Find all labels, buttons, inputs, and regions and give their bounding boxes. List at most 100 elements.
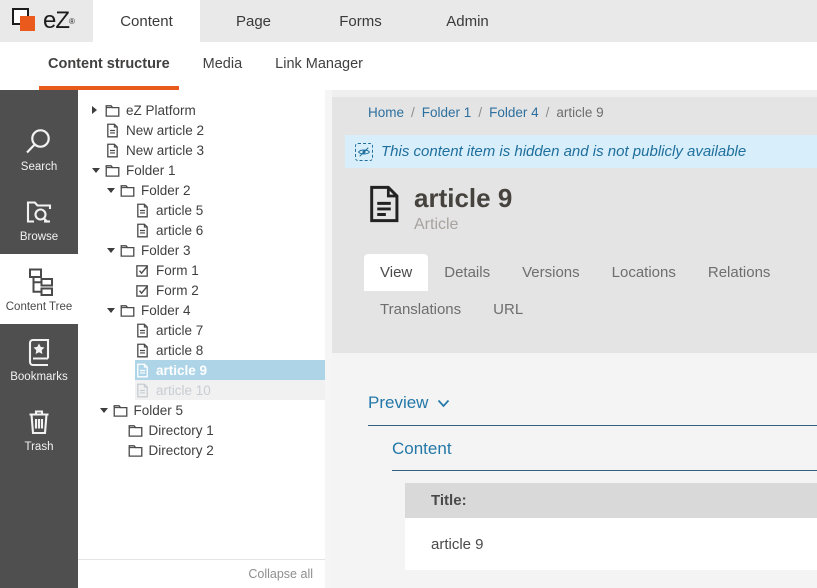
- collapse-arrow-icon[interactable]: [107, 188, 120, 193]
- article-icon: [135, 363, 150, 378]
- tree-item-article-5[interactable]: article 5: [135, 200, 325, 220]
- tree-item-label: article 5: [156, 203, 203, 218]
- sidebar-item-bookmarks[interactable]: Bookmarks: [0, 324, 78, 394]
- tree-item-article-6[interactable]: article 6: [135, 220, 325, 240]
- article-icon: [135, 223, 150, 238]
- tree-item-folder-5[interactable]: Folder 5: [100, 400, 326, 420]
- collapse-arrow-icon[interactable]: [107, 308, 120, 313]
- article-icon: [135, 323, 150, 338]
- hidden-content-notice: This content item is hidden and is not p…: [345, 135, 817, 168]
- tab-details[interactable]: Details: [428, 254, 506, 291]
- content-section-label: Content: [392, 439, 817, 459]
- subnav-tab-link-manager[interactable]: Link Manager: [266, 42, 372, 90]
- top-tab-admin[interactable]: Admin: [414, 0, 521, 42]
- content-divider: [392, 470, 817, 471]
- tree-item-article-8[interactable]: article 8: [135, 340, 325, 360]
- tree-item-label: article 7: [156, 323, 203, 338]
- breadcrumb-home[interactable]: Home: [368, 105, 404, 120]
- tree-item-folder-1[interactable]: Folder 1: [92, 160, 325, 180]
- article-icon: [135, 203, 150, 218]
- tree-item-directory-1[interactable]: Directory 1: [128, 420, 326, 440]
- breadcrumb-article-9: article 9: [556, 105, 603, 120]
- tree-item-article-7[interactable]: article 7: [135, 320, 325, 340]
- search-icon: [23, 126, 55, 158]
- tree-item-label: Folder 4: [141, 303, 191, 318]
- tree-item-label: Directory 2: [149, 443, 214, 458]
- top-tab-forms[interactable]: Forms: [307, 0, 414, 42]
- sidebar-item-trash[interactable]: Trash: [0, 394, 78, 464]
- tree-item-folder-2[interactable]: Folder 2: [107, 180, 325, 200]
- collapse-arrow-icon[interactable]: [92, 168, 105, 173]
- hidden-eye-icon: [355, 143, 373, 161]
- tab-locations[interactable]: Locations: [596, 254, 692, 291]
- tree-item-label: article 9: [156, 363, 207, 378]
- chevron-down-icon: [437, 399, 450, 408]
- tree-item-label: Form 2: [156, 283, 199, 298]
- breadcrumb-separator: /: [404, 105, 422, 120]
- tab-versions[interactable]: Versions: [506, 254, 596, 291]
- tab-translations[interactable]: Translations: [364, 291, 477, 328]
- tree-item-label: Form 1: [156, 263, 199, 278]
- tree-item-label: article 8: [156, 343, 203, 358]
- ez-logo[interactable]: eZ®: [0, 0, 93, 42]
- hidden-content-notice-text: This content item is hidden and is not p…: [381, 143, 746, 160]
- registered-mark: ®: [69, 17, 75, 26]
- tab-view[interactable]: View: [364, 254, 428, 291]
- field-table: Title:article 9: [405, 483, 817, 570]
- breadcrumb: Home/Folder 1/Folder 4/article 9: [332, 97, 817, 127]
- tree-item-label: Folder 3: [141, 243, 191, 258]
- folder-icon: [105, 103, 120, 118]
- content-view-tabs: ViewDetailsVersionsLocationsRelations Tra…: [364, 254, 817, 328]
- tree-item-new-article-3[interactable]: New article 3: [105, 140, 325, 160]
- preview-divider: [368, 425, 817, 426]
- tree-item-article-9[interactable]: article 9: [135, 360, 325, 380]
- sidebar-item-browse[interactable]: Browse: [0, 184, 78, 254]
- tree-item-folder-4[interactable]: Folder 4: [107, 300, 325, 320]
- article-icon: [135, 343, 150, 358]
- tree-scrollbar[interactable]: [325, 90, 332, 588]
- collapse-all-button[interactable]: Collapse all: [78, 559, 325, 588]
- bookmarks-icon: [23, 336, 55, 368]
- breadcrumb-separator: /: [471, 105, 489, 120]
- sidebar-item-content-tree[interactable]: Content Tree: [0, 254, 78, 324]
- content-title-block: article 9 Article: [368, 185, 817, 234]
- top-tab-content[interactable]: Content: [93, 0, 200, 42]
- sidebar-item-search[interactable]: Search: [0, 114, 78, 184]
- folder-icon: [113, 403, 128, 418]
- tab-url[interactable]: URL: [477, 291, 539, 328]
- tree-item-label: Folder 5: [134, 403, 184, 418]
- collapse-arrow-icon[interactable]: [100, 408, 113, 413]
- content-tree-panel: eZ PlatformNew article 2 New article 3 Fol…: [78, 90, 332, 588]
- preview-section-label: Preview: [368, 393, 428, 413]
- sidebar-item-label: Content Tree: [6, 301, 72, 313]
- left-sidebar: SearchBrowse Content Tree BookmarksTrash: [0, 90, 78, 588]
- tree-item-label: article 6: [156, 223, 203, 238]
- browse-icon: [23, 196, 55, 228]
- tree-item-new-article-2[interactable]: New article 2: [105, 120, 325, 140]
- field-value-row: article 9: [405, 518, 817, 570]
- tree-item-label: Folder 2: [141, 183, 191, 198]
- preview-section-toggle[interactable]: Preview: [368, 393, 817, 413]
- collapse-arrow-icon[interactable]: [107, 248, 120, 253]
- tree-item-label: New article 3: [126, 143, 204, 158]
- tree-item-directory-2[interactable]: Directory 2: [128, 440, 326, 460]
- tree-item-article-10[interactable]: article 10: [135, 380, 325, 400]
- subnav-tab-media[interactable]: Media: [194, 42, 252, 90]
- tree-item-form-1[interactable]: Form 1: [135, 260, 325, 280]
- subnav-tab-content-structure[interactable]: Content structure: [39, 42, 179, 90]
- top-tabs: ContentPageFormsAdmin: [93, 0, 521, 42]
- expand-arrow-icon[interactable]: [92, 106, 105, 114]
- ez-platform-admin: eZ® ContentPageFormsAdmin Content struct…: [0, 0, 817, 588]
- breadcrumb-folder-4[interactable]: Folder 4: [489, 105, 539, 120]
- tab-relations[interactable]: Relations: [692, 254, 787, 291]
- folder-icon: [120, 303, 135, 318]
- top-tab-page[interactable]: Page: [200, 0, 307, 42]
- breadcrumb-folder-1[interactable]: Folder 1: [422, 105, 472, 120]
- tree-item-form-2[interactable]: Form 2: [135, 280, 325, 300]
- main-content-pane: Home/Folder 1/Folder 4/article 9 This co…: [332, 90, 817, 588]
- folder-icon: [128, 423, 143, 438]
- tree-item-label: Directory 1: [149, 423, 214, 438]
- tree-item-folder-3[interactable]: Folder 3: [107, 240, 325, 260]
- article-icon: [105, 123, 120, 138]
- tree-item-ez-platform[interactable]: eZ Platform: [92, 100, 325, 120]
